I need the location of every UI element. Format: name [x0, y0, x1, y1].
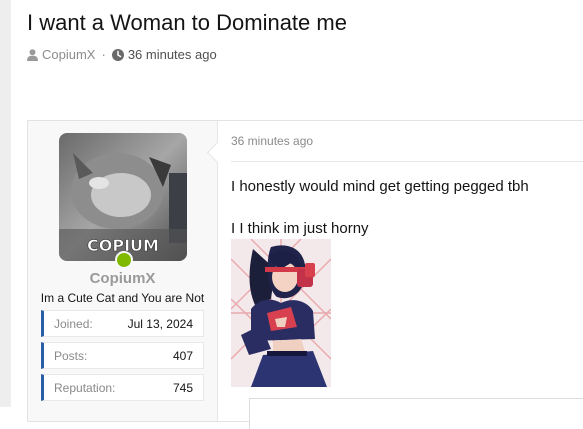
post-timestamp[interactable]: 36 minutes ago — [231, 134, 313, 148]
post-image[interactable] — [231, 239, 331, 387]
left-rail — [0, 0, 11, 407]
thread-title: I want a Woman to Dominate me — [27, 10, 347, 35]
online-status-indicator — [115, 251, 133, 269]
thread-author-link[interactable]: CopiumX — [42, 47, 95, 62]
post-username[interactable]: CopiumX — [28, 270, 217, 287]
user-title: Im a Cute Cat and You are Not — [40, 291, 205, 305]
stat-reputation: Reputation: 745 — [41, 374, 204, 401]
divider — [231, 161, 583, 162]
thread-meta: CopiumX · 36 minutes ago — [27, 47, 217, 62]
quick-reply-box[interactable] — [249, 398, 583, 429]
stat-posts: Posts: 407 — [41, 342, 204, 369]
stat-label: Reputation: — [54, 381, 116, 395]
stat-label: Posts: — [54, 349, 88, 363]
post: COPIUM CopiumX Im a Cute Cat and You are… — [27, 120, 583, 429]
post-text-line: I I think im just horny — [231, 220, 369, 237]
post-user-cell: COPIUM CopiumX Im a Cute Cat and You are… — [28, 121, 218, 421]
stat-value: 407 — [172, 349, 193, 363]
stat-value: 745 — [172, 381, 193, 395]
thread-time-link[interactable]: 36 minutes ago — [128, 47, 217, 62]
post-text-line: I honestly would mind get getting pegged… — [231, 178, 529, 195]
stat-label: Joined: — [54, 317, 93, 331]
clock-icon — [111, 48, 124, 61]
stat-joined: Joined: Jul 13, 2024 — [41, 310, 204, 337]
avatar[interactable]: COPIUM — [59, 133, 187, 261]
user-icon — [27, 48, 38, 61]
stat-value: Jul 13, 2024 — [127, 317, 193, 331]
meta-separator: · — [101, 47, 106, 62]
